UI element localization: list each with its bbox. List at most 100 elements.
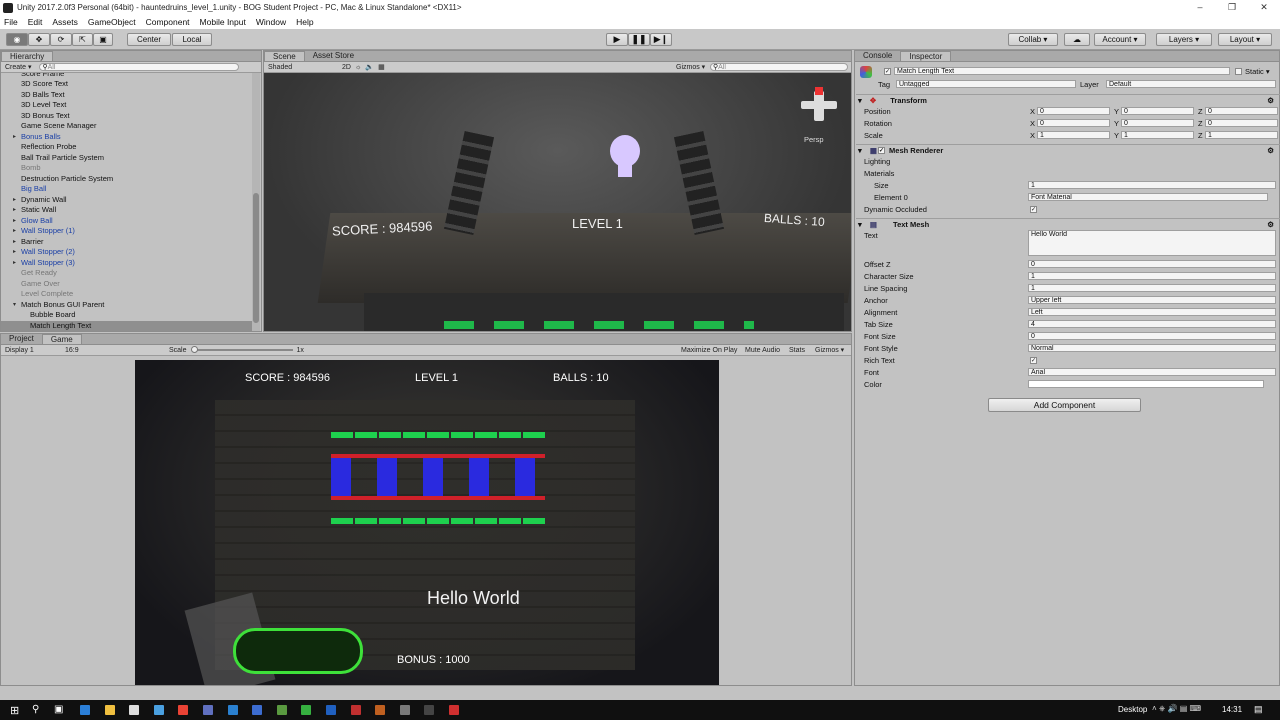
pos-y-input[interactable]: 0 — [1121, 107, 1194, 115]
rotate-tool-button[interactable]: ⟳ — [50, 33, 72, 46]
stats-toggle[interactable]: Stats — [789, 347, 805, 354]
component-settings-icon[interactable]: ⚙ — [1267, 219, 1274, 230]
text-mesh-field-alignment[interactable]: Left — [1028, 308, 1276, 316]
rich-text-checkbox[interactable]: ✓ — [1030, 357, 1037, 364]
taskbar-app-icon[interactable] — [350, 705, 361, 715]
menu-item-edit[interactable]: Edit — [28, 17, 43, 27]
hierarchy-item[interactable]: Level Complete — [1, 289, 253, 300]
taskbar-app-icon[interactable] — [326, 705, 336, 715]
taskbar-app-icon[interactable] — [203, 705, 213, 715]
hierarchy-item[interactable]: ▸ Static Wall — [1, 205, 253, 216]
hierarchy-item[interactable]: Ball Trail Particle System — [1, 153, 253, 164]
hierarchy-item[interactable]: Big Ball — [1, 184, 253, 195]
text-mesh-field-tab-size[interactable]: 4 — [1028, 320, 1276, 328]
layout-dropdown[interactable]: Layout ▾ — [1218, 33, 1272, 46]
restore-icon[interactable]: ❐ — [1216, 0, 1248, 15]
fold-arrow-icon[interactable]: ▸ — [13, 216, 16, 227]
scl-y-input[interactable]: 1 — [1121, 131, 1194, 139]
play-button[interactable]: ▶ — [606, 33, 628, 46]
system-tray-icons[interactable]: ˄ ⎈ 🔊 ▤ ⌨ — [1152, 704, 1201, 714]
dynamic-occluded-checkbox[interactable]: ✓ — [1030, 206, 1037, 213]
static-dropdown[interactable]: Static ▾ — [1245, 67, 1270, 76]
taskbar-app-icon[interactable] — [153, 705, 164, 715]
hierarchy-item[interactable]: Get Ready — [1, 268, 253, 279]
create-dropdown[interactable]: Create ▾ — [5, 63, 31, 71]
rect-tool-button[interactable]: ▣ — [93, 33, 113, 46]
taskbar-app-icon[interactable] — [276, 705, 287, 715]
notification-icon[interactable]: ▤ — [1254, 704, 1263, 715]
windows-start-icon[interactable]: ⊞ — [10, 704, 19, 717]
game-gizmos-dropdown[interactable]: Gizmos ▾ — [815, 346, 844, 354]
materials-size-input[interactable]: 1 — [1028, 181, 1276, 189]
text-mesh-field-font-style[interactable]: Normal — [1028, 344, 1276, 352]
hierarchy-item[interactable]: 3D Bonus Text — [1, 111, 253, 122]
tab-inspector[interactable]: Inspector — [900, 51, 952, 61]
tab-project[interactable]: Project — [1, 334, 42, 344]
menu-item-file[interactable]: File — [4, 17, 18, 27]
minimize-icon[interactable]: – — [1184, 0, 1216, 15]
menu-item-component[interactable]: Component — [146, 17, 190, 27]
add-component-button[interactable]: Add Component — [988, 398, 1141, 412]
move-tool-button[interactable]: ✥ — [28, 33, 50, 46]
pivot-center-button[interactable]: Center — [127, 33, 171, 46]
orientation-gizmo[interactable] — [799, 87, 839, 127]
materials-foldout[interactable]: Materials — [864, 169, 894, 178]
mesh-renderer-enabled-checkbox[interactable]: ✓ — [878, 147, 885, 154]
text-mesh-field-font-size[interactable]: 0 — [1028, 332, 1276, 340]
hierarchy-search-input[interactable]: ⚲All — [39, 63, 240, 71]
pivot-local-button[interactable]: Local — [172, 33, 212, 46]
cloud-button[interactable]: ☁ — [1064, 33, 1090, 46]
effects-dropdown-icon[interactable]: ▦ — [378, 63, 385, 71]
hierarchy-item[interactable]: 3D Level Text — [1, 100, 253, 111]
hierarchy-scrollbar[interactable] — [252, 73, 260, 331]
projection-label[interactable]: Persp — [804, 135, 824, 144]
task-view-icon[interactable]: ▣ — [54, 704, 63, 715]
pause-button[interactable]: ❚❚ — [628, 33, 650, 46]
fold-arrow-icon[interactable]: ▸ — [13, 237, 16, 248]
menu-item-help[interactable]: Help — [296, 17, 313, 27]
taskbar-app-icon[interactable] — [375, 705, 386, 715]
taskbar-app-icon[interactable] — [424, 705, 435, 715]
tab-asset-store[interactable]: Asset Store — [305, 51, 362, 61]
pos-z-input[interactable]: 0 — [1205, 107, 1278, 115]
hierarchy-item[interactable]: ▸ Barrier — [1, 237, 253, 248]
transform-header[interactable]: ▾ ✥ Transform ⚙ — [856, 94, 1280, 105]
hierarchy-item[interactable]: Reflection Probe — [1, 142, 253, 153]
rot-x-input[interactable]: 0 — [1037, 119, 1110, 127]
hierarchy-item[interactable]: ▾ Match Bonus GUI Parent — [1, 300, 253, 311]
mode-2d-button[interactable]: 2D — [342, 64, 351, 71]
hierarchy-item[interactable]: ▸ Wall Stopper (2) — [1, 247, 253, 258]
taskbar-app-icon[interactable] — [80, 705, 90, 715]
light-bulb-gizmo-icon[interactable] — [604, 135, 646, 185]
rot-y-input[interactable]: 0 — [1121, 119, 1194, 127]
fold-arrow-icon[interactable]: ▸ — [13, 132, 16, 143]
menu-item-assets[interactable]: Assets — [52, 17, 78, 27]
taskbar-app-icon[interactable] — [227, 705, 238, 715]
text-mesh-header[interactable]: ▾ ▤ Text Mesh ⚙ — [856, 218, 1280, 229]
menu-item-gameobject[interactable]: GameObject — [88, 17, 136, 27]
view-tool-button[interactable]: ◉ — [6, 33, 28, 46]
fold-arrow-icon[interactable]: ▾ — [13, 300, 16, 311]
desktop-toolbar-label[interactable]: Desktop — [1118, 705, 1147, 714]
lighting-toggle-icon[interactable]: ☼ — [355, 64, 361, 71]
tab-hierarchy[interactable]: Hierarchy — [1, 51, 54, 61]
text-mesh-field-line-spacing[interactable]: 1 — [1028, 284, 1276, 292]
taskbar-app-icon[interactable] — [104, 705, 115, 715]
hierarchy-item[interactable]: ▸ Bonus Balls — [1, 132, 253, 143]
scale-slider[interactable] — [190, 346, 293, 353]
element0-material-field[interactable]: Font Material — [1028, 193, 1268, 201]
step-button[interactable]: ▶❙ — [650, 33, 672, 46]
hierarchy-item[interactable]: 3D Balls Text — [1, 90, 253, 101]
text-area-input[interactable]: Hello World — [1028, 230, 1276, 256]
text-mesh-field-font[interactable]: Arial — [1028, 368, 1276, 376]
gameobject-active-checkbox[interactable]: ✓ — [884, 68, 891, 75]
tab-console[interactable]: Console — [855, 51, 900, 61]
scene-gizmos-dropdown[interactable]: Gizmos ▾ — [676, 63, 705, 71]
collab-button[interactable]: Collab ▾ — [1008, 33, 1058, 46]
menu-item-window[interactable]: Window — [256, 17, 286, 27]
shading-mode-dropdown[interactable]: Shaded — [268, 64, 338, 71]
hierarchy-item[interactable]: Game Scene Manager — [1, 121, 253, 132]
layers-dropdown[interactable]: Layers ▾ — [1156, 33, 1212, 46]
fold-arrow-icon[interactable]: ▸ — [13, 258, 16, 269]
scale-tool-button[interactable]: ⇱ — [72, 33, 93, 46]
